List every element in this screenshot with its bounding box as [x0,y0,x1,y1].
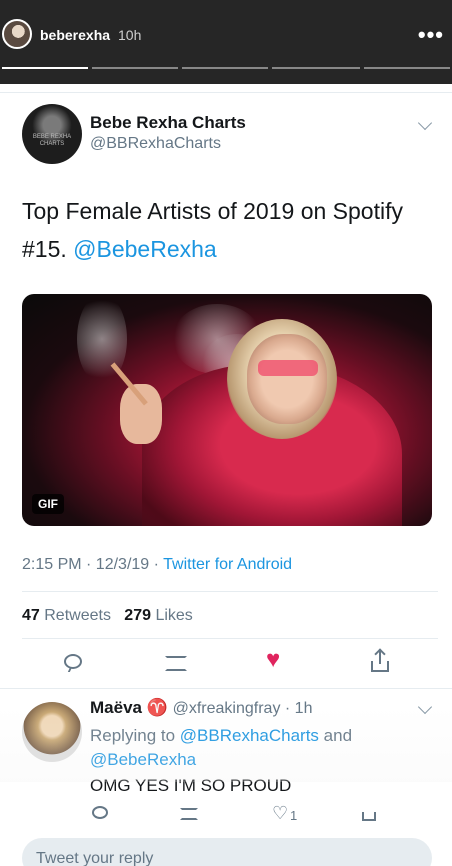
likes-label[interactable]: Likes [155,607,192,624]
reply-text: OMG YES I'M SO PROUD [90,776,292,795]
mention-link[interactable]: @BebeRexha [73,236,217,262]
divider [0,688,452,689]
tweet-text-prefix: #15. [22,236,67,262]
retweet-button[interactable] [164,652,188,676]
share-icon [371,651,389,672]
reply-author-avatar[interactable] [22,702,82,762]
author-avatar[interactable]: BEBE REXHA CHARTS [22,104,82,164]
retweets-count[interactable]: 47 [22,607,40,624]
gif-badge: GIF [32,494,64,514]
divider [22,591,438,592]
replying-to: Replying to @BBRexhaCharts and @BebeRexh… [90,724,430,772]
retweet-icon[interactable] [180,808,198,820]
reply-icon[interactable] [92,806,108,819]
replying-and: and [318,726,353,745]
mention-link[interactable]: @BebeRexha [90,750,196,769]
reply-header: Maëva ♈ @xfreakingfray · 1h [90,698,312,718]
tweet-stats: 47 Retweets 279 Likes [22,607,193,625]
reply-placeholder: Tweet your reply [36,850,154,866]
tweet-text-line: Top Female Artists of 2019 on Spotify [22,198,403,224]
author-name[interactable]: Bebe Rexha Charts [90,113,246,133]
share-button[interactable] [368,651,392,676]
share-icon[interactable] [362,812,376,821]
tweet-meta: 2:15 PM · 12/3/19 · Twitter for Android [22,556,292,574]
tweet-media-gif[interactable]: GIF [22,294,432,526]
heart-outline-icon[interactable]: ♡ [272,804,288,822]
mention-link[interactable]: @BBRexhaCharts [180,726,319,745]
tweet-screenshot: BEBE REXHA CHARTS Bebe Rexha Charts @BBR… [0,0,452,866]
tweet-reply-input[interactable]: Tweet your reply [22,838,432,866]
reply-author-name[interactable]: Maëva ♈ [90,698,168,717]
divider [22,638,438,639]
retweet-icon [165,656,187,671]
replying-prefix: Replying to [90,726,180,745]
divider [0,92,452,93]
reply-button[interactable] [62,652,86,676]
retweets-label[interactable]: Retweets [44,607,111,624]
heart-filled-icon: ♥ [266,646,281,673]
tweet-text: Top Female Artists of 2019 on Spotify #1… [22,192,442,268]
tweet-timestamp: 2:15 PM · 12/3/19 · [22,556,164,573]
hand-illustration [120,384,162,444]
sunglasses-illustration [258,360,318,376]
reply-author-handle-time[interactable]: @xfreakingfray · 1h [173,700,313,717]
tweet-source-link[interactable]: Twitter for Android [163,556,292,573]
like-button[interactable]: ♥ [266,648,290,676]
reply-icon [64,654,82,669]
avatar-logo-text: BEBE REXHA CHARTS [32,134,72,147]
author-handle[interactable]: @BBRexhaCharts [90,135,221,153]
tweet-text-line: #15. @BebeRexha [22,230,442,268]
reply-like-count: 1 [290,808,298,823]
face-illustration [247,334,327,424]
likes-count[interactable]: 279 [124,607,151,624]
